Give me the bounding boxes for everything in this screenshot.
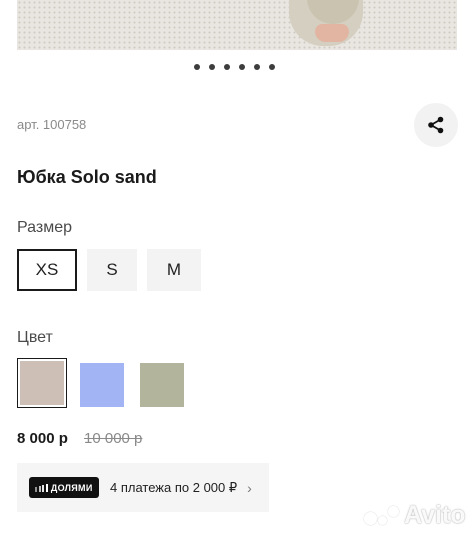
carousel-dot[interactable] bbox=[194, 64, 200, 70]
carousel-dot[interactable] bbox=[224, 64, 230, 70]
share-icon bbox=[428, 116, 444, 134]
size-label: Размер bbox=[17, 219, 72, 236]
avito-watermark: Avito bbox=[364, 501, 466, 530]
color-swatch-fill bbox=[140, 363, 184, 407]
carousel-dots[interactable] bbox=[194, 64, 275, 70]
color-swatch-fill bbox=[20, 361, 64, 405]
carousel-dot[interactable] bbox=[254, 64, 260, 70]
size-option-m[interactable]: M bbox=[147, 249, 201, 291]
size-selector: XS S M bbox=[17, 249, 201, 291]
photo-toes bbox=[315, 24, 349, 42]
carousel-dot[interactable] bbox=[269, 64, 275, 70]
watermark-text: Avito bbox=[404, 501, 466, 529]
chevron-right-icon: › bbox=[247, 479, 252, 496]
dolyami-badge-text: ДОЛЯМИ bbox=[50, 482, 93, 493]
carousel-dot[interactable] bbox=[209, 64, 215, 70]
avito-logo-icon bbox=[364, 506, 399, 525]
dolyami-bars-icon bbox=[35, 483, 48, 492]
installment-banner[interactable]: ДОЛЯМИ 4 платежа по 2 000 ₽ › bbox=[17, 463, 269, 512]
size-option-xs[interactable]: XS bbox=[17, 249, 77, 291]
product-title: Юбка Solo sand bbox=[17, 167, 157, 187]
product-photo[interactable] bbox=[17, 0, 457, 50]
color-swatch[interactable] bbox=[137, 360, 187, 410]
installment-text: 4 платежа по 2 000 ₽ bbox=[110, 479, 238, 495]
color-label: Цвет bbox=[17, 329, 53, 346]
color-swatch-selected[interactable] bbox=[17, 358, 67, 408]
color-selector bbox=[17, 358, 187, 410]
old-price: 10 000 р bbox=[84, 430, 143, 447]
article-number: арт. 100758 bbox=[17, 117, 87, 132]
color-swatch[interactable] bbox=[77, 360, 127, 410]
current-price: 8 000 р bbox=[17, 430, 68, 447]
carousel-dot[interactable] bbox=[239, 64, 245, 70]
size-option-s[interactable]: S bbox=[87, 249, 137, 291]
dolyami-badge: ДОЛЯМИ bbox=[29, 477, 99, 498]
color-swatch-fill bbox=[80, 363, 124, 407]
share-button[interactable] bbox=[414, 103, 458, 147]
photo-texture bbox=[17, 0, 457, 50]
